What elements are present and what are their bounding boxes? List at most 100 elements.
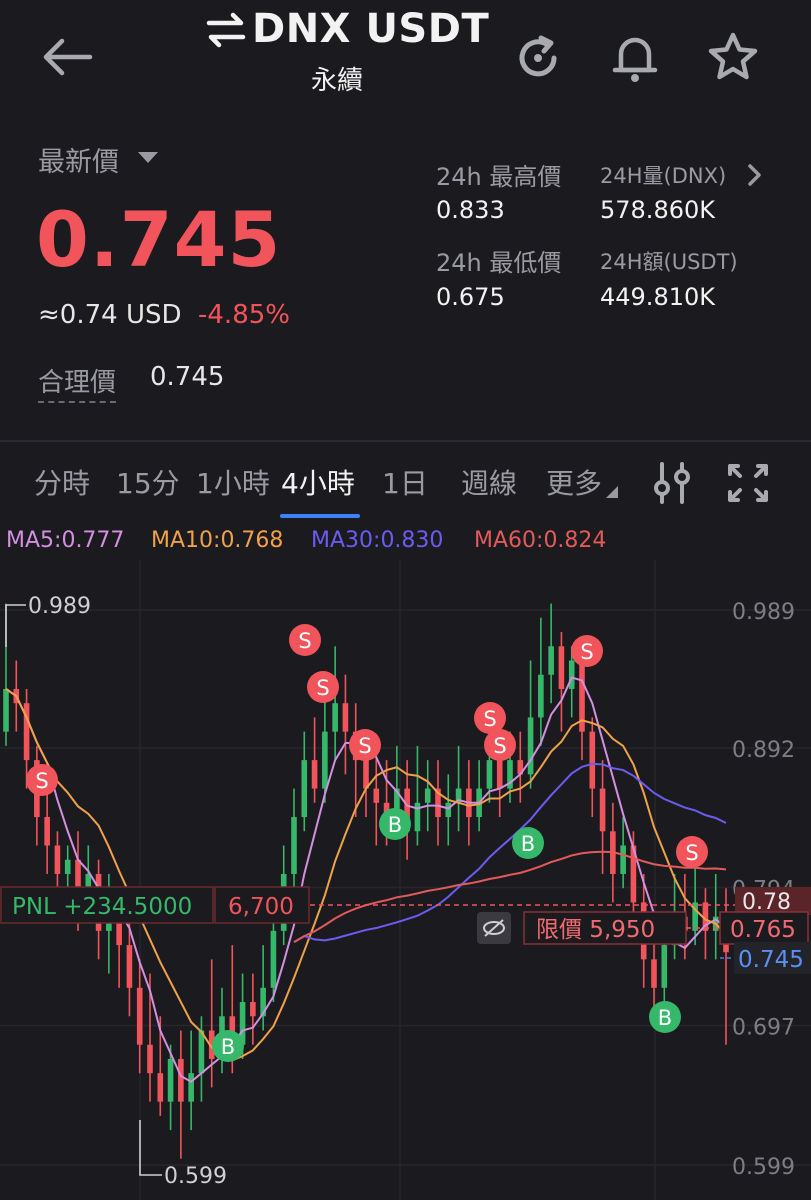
sell-marker-label: S xyxy=(493,734,506,758)
pnl-label: PNL +234.5000 xyxy=(12,894,192,920)
low-marker-label: 0.599 xyxy=(164,1164,227,1189)
indicator-settings-icon[interactable] xyxy=(648,460,698,506)
section-divider xyxy=(0,440,811,442)
candle-body xyxy=(157,1073,164,1102)
sell-marker-label: S xyxy=(685,841,698,865)
alert-button[interactable] xyxy=(608,30,662,86)
sell-marker-label: S xyxy=(35,769,48,793)
candle-body xyxy=(147,1044,153,1074)
candle-body xyxy=(198,1030,205,1074)
candle-body xyxy=(373,788,380,803)
amount-label: 24H額(USDT) xyxy=(600,250,738,274)
low-marker-line xyxy=(139,1120,162,1176)
high-marker-line xyxy=(5,604,26,647)
high-marker-label: 0.989 xyxy=(28,594,91,619)
pair-title[interactable]: DNX USDT xyxy=(252,6,552,52)
chevron-down-icon xyxy=(138,152,158,163)
sell-marker-label: S xyxy=(298,629,311,653)
ma30-label: MA30:0.830 xyxy=(311,528,444,553)
ma60-label: MA60:0.824 xyxy=(474,528,607,553)
candle-body xyxy=(178,1058,184,1102)
candle-body xyxy=(558,646,565,689)
candle-body xyxy=(589,731,596,789)
more-caret-icon xyxy=(606,486,618,498)
tab-weekly[interactable]: 週線 xyxy=(461,462,517,502)
candle-body xyxy=(291,817,297,874)
candle-body xyxy=(250,1002,256,1017)
tab-time[interactable]: 分時 xyxy=(34,462,90,502)
tab-15m[interactable]: 15分 xyxy=(116,462,180,502)
last-price: 0.745 xyxy=(36,195,282,284)
amount-value: 449.810K xyxy=(600,283,715,311)
tab-1h[interactable]: 1小時 xyxy=(196,462,270,502)
refresh-icon xyxy=(519,35,557,77)
candle-body xyxy=(538,674,544,718)
low-value: 0.675 xyxy=(436,283,505,311)
candle-body xyxy=(568,660,575,689)
sell-marker-label: S xyxy=(316,676,329,700)
volume-label[interactable]: 24H量(DNX) xyxy=(600,160,726,190)
back-arrow-icon xyxy=(43,38,93,76)
swap-pair-button[interactable] xyxy=(205,10,247,50)
candle-body xyxy=(167,1058,174,1102)
sell-marker-label: S xyxy=(580,640,593,664)
candle-body xyxy=(3,688,9,732)
volume-value: 578.860K xyxy=(600,196,715,224)
fullscreen-icon[interactable] xyxy=(726,462,770,504)
candle-body xyxy=(599,788,606,832)
ma5-label: MA5:0.777 xyxy=(6,528,125,553)
fair-price-label[interactable]: 合理價 xyxy=(38,362,117,403)
candle-body xyxy=(548,646,554,675)
sell-marker-label: S xyxy=(358,734,371,758)
candle-body xyxy=(126,945,133,988)
candle-body xyxy=(301,760,308,818)
candle-body xyxy=(445,802,452,818)
chevron-right-icon[interactable] xyxy=(746,162,764,188)
candle-body xyxy=(136,987,143,1045)
star-icon xyxy=(708,32,758,80)
candle-body xyxy=(651,959,657,988)
low-label: 24h 最低價 xyxy=(436,249,562,277)
buy-marker-label: B xyxy=(388,813,402,837)
current-price-label: 0.745 xyxy=(738,947,804,973)
back-button[interactable] xyxy=(36,30,96,84)
usd-price: ≈0.74 USD xyxy=(38,300,182,330)
tab-more[interactable]: 更多 xyxy=(546,462,602,502)
limit-order-label: 限價 5,950 xyxy=(536,917,655,943)
tab-1d[interactable]: 1日 xyxy=(382,462,428,502)
buy-marker-label: B xyxy=(521,832,535,856)
candle-body xyxy=(188,1073,194,1102)
candle-body xyxy=(486,760,493,789)
price-change: -4.85% xyxy=(198,300,290,330)
candle-body xyxy=(332,703,338,732)
tab-4h[interactable]: 4小時 xyxy=(281,462,355,502)
fair-price-value: 0.745 xyxy=(150,362,225,392)
y-tick-label: 0.989 xyxy=(732,600,795,625)
high-value: 0.833 xyxy=(436,196,505,224)
refresh-button[interactable] xyxy=(512,32,564,84)
candle-body xyxy=(270,930,277,988)
buy-marker-label: B xyxy=(658,1006,672,1030)
candle-body xyxy=(64,859,71,874)
y-tick-label: 0.892 xyxy=(732,738,795,763)
candle-body xyxy=(54,845,61,874)
bell-icon xyxy=(612,37,658,82)
high-label: 24h 最高價 xyxy=(436,163,562,191)
candlestick-chart[interactable]: 0.9890.8920.7940.6970.599 0.9890.599PNL … xyxy=(0,560,811,1200)
buy-marker-label: B xyxy=(221,1035,235,1059)
swap-arrows-icon xyxy=(206,12,246,48)
candle-body xyxy=(363,760,369,789)
price-type-selector[interactable]: 最新價 xyxy=(38,140,119,179)
ma10-label: MA10:0.768 xyxy=(151,528,284,553)
candle-body xyxy=(322,731,328,789)
candle-body xyxy=(620,845,626,874)
candle-body xyxy=(661,945,668,988)
candle-body xyxy=(342,703,349,732)
contract-type: 永續 xyxy=(311,66,364,96)
candle-body xyxy=(496,760,503,789)
limit-price-label: 0.765 xyxy=(730,917,796,943)
candle-body xyxy=(424,788,431,803)
favorite-button[interactable] xyxy=(704,28,762,86)
position-size-label: 6,700 xyxy=(228,894,294,920)
active-tab-indicator xyxy=(280,514,360,518)
